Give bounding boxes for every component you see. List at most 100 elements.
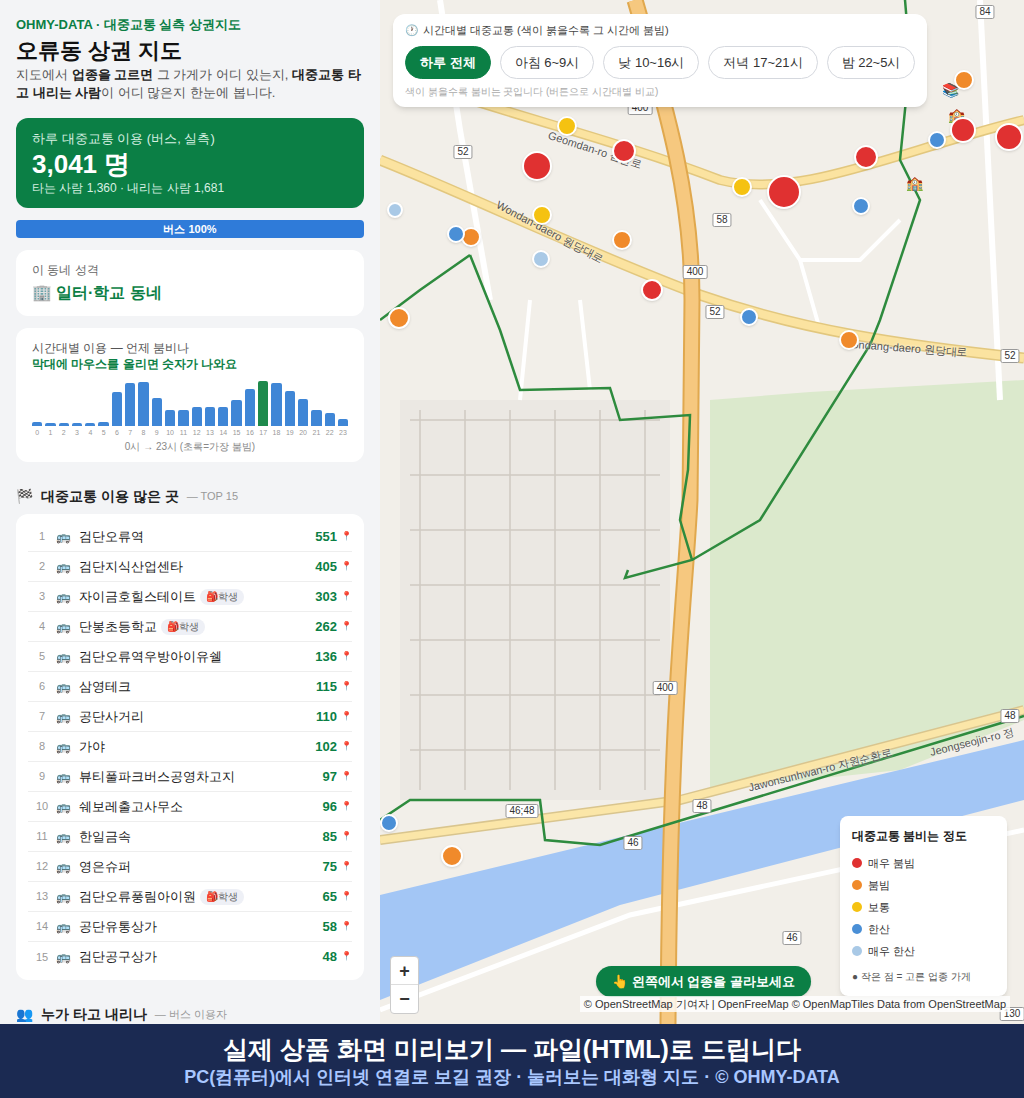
hour-bar[interactable] [231, 400, 241, 426]
stop-marker[interactable] [854, 145, 878, 169]
pin-icon[interactable]: 📍 [341, 890, 352, 904]
hour-bar[interactable] [271, 383, 281, 426]
legend: 대중교통 붐비는 정도매우 붐빔붐빔보통한산매우 한산● 작은 점 = 고른 업… [840, 816, 1007, 996]
stop-marker[interactable] [441, 845, 463, 867]
route-shield: 46 [782, 931, 801, 945]
hour-bar[interactable] [72, 423, 82, 426]
pin-icon[interactable]: 📍 [341, 530, 352, 544]
hour-bar[interactable] [298, 399, 308, 426]
top-row[interactable]: 2🚌검단지식산업센타405📍 [28, 552, 352, 582]
stop-marker[interactable] [767, 175, 801, 209]
student-badge: 🎒학생 [200, 889, 244, 905]
top-row[interactable]: 9🚌뷰티풀파크버스공영차고지97📍 [28, 762, 352, 792]
stop-marker[interactable] [380, 814, 398, 832]
hour-bar[interactable] [98, 422, 108, 426]
stop-marker[interactable] [557, 116, 577, 136]
stop-marker[interactable] [641, 279, 663, 301]
pin-icon[interactable]: 📍 [341, 860, 352, 874]
time-button[interactable]: 하루 전체 [405, 46, 491, 79]
pin-icon[interactable]: 📍 [341, 680, 352, 694]
stop-marker[interactable] [732, 177, 752, 197]
bus-icon: 🚌 [56, 768, 71, 786]
stop-marker[interactable] [612, 230, 632, 250]
stop-marker[interactable] [388, 307, 410, 329]
stop-marker[interactable] [532, 205, 552, 225]
bus-icon: 🚌 [56, 558, 71, 576]
cta-pill[interactable]: 👆 왼쪽에서 업종을 골라보세요 [596, 966, 811, 998]
stop-marker[interactable] [839, 330, 859, 350]
hour-bar[interactable] [165, 410, 175, 426]
pin-icon[interactable]: 📍 [341, 560, 352, 574]
bus-icon: 🚌 [56, 828, 71, 846]
people-icon: 👥 [16, 1004, 33, 1024]
hour-bar[interactable] [192, 407, 202, 426]
pin-icon[interactable]: 📍 [341, 650, 352, 664]
hour-bar[interactable] [125, 383, 135, 426]
stop-marker[interactable] [852, 197, 870, 215]
top-row[interactable]: 13🚌검단오류풍림아이원🎒학생65📍 [28, 882, 352, 912]
stop-marker[interactable] [740, 308, 758, 326]
riders-heading: 👥누가 타고 내리나— 버스 이용자 [16, 1004, 364, 1024]
map[interactable]: 400400400525252588446;4848464648130Geomd… [380, 0, 1024, 1024]
hour-bar[interactable] [338, 419, 348, 426]
route-shield: 48 [692, 799, 711, 813]
top-row[interactable]: 5🚌검단오류역우방아이유쉘136📍 [28, 642, 352, 672]
pin-icon[interactable]: 📍 [341, 620, 352, 634]
route-shield: 46 [623, 836, 642, 850]
route-shield: 400 [653, 681, 678, 695]
pin-icon[interactable]: 📍 [341, 800, 352, 814]
top-row[interactable]: 1🚌검단오류역551📍 [28, 522, 352, 552]
hour-bar[interactable] [59, 423, 69, 426]
stop-marker[interactable] [447, 225, 465, 243]
hour-bar[interactable] [205, 407, 215, 426]
hour-bar[interactable] [245, 389, 255, 426]
hour-bar[interactable] [45, 423, 55, 426]
pin-icon[interactable]: 📍 [341, 770, 352, 784]
zoom-out-button[interactable]: − [391, 985, 418, 1013]
zoom-in-button[interactable]: + [391, 957, 418, 985]
stop-marker[interactable] [954, 70, 974, 90]
hour-bar[interactable] [112, 392, 122, 426]
top-row[interactable]: 12🚌영은슈퍼75📍 [28, 852, 352, 882]
stop-marker[interactable] [928, 131, 946, 149]
pin-icon[interactable]: 📍 [341, 590, 352, 604]
hour-bar[interactable] [218, 407, 228, 426]
building-icon: 🏢 [32, 282, 52, 304]
hour-bar[interactable] [325, 413, 335, 426]
top-row[interactable]: 6🚌삼영테크115📍 [28, 672, 352, 702]
hour-bar[interactable] [285, 391, 295, 426]
hour-bar[interactable] [311, 410, 321, 426]
stop-marker[interactable] [387, 202, 403, 218]
top-row[interactable]: 4🚌단봉초등학교🎒학생262📍 [28, 612, 352, 642]
top-row[interactable]: 3🚌자이금호힐스테이트🎒학생303📍 [28, 582, 352, 612]
time-button[interactable]: 아침 6~9시 [500, 46, 595, 79]
pin-icon[interactable]: 📍 [341, 920, 352, 934]
top-row[interactable]: 14🚌공단유통상가58📍 [28, 912, 352, 942]
hour-bar[interactable] [258, 381, 268, 426]
top-row[interactable]: 10🚌쉐보레출고사무소96📍 [28, 792, 352, 822]
route-shield: 52 [453, 145, 472, 159]
stop-marker[interactable] [612, 139, 636, 163]
bus-icon: 🚌 [56, 588, 71, 606]
top-row[interactable]: 11🚌한일금속85📍 [28, 822, 352, 852]
time-button[interactable]: 낮 10~16시 [603, 46, 699, 79]
time-button[interactable]: 저녁 17~21시 [708, 46, 817, 79]
pin-icon[interactable]: 📍 [341, 830, 352, 844]
hour-bar[interactable] [85, 423, 95, 426]
top-row[interactable]: 7🚌공단사거리110📍 [28, 702, 352, 732]
pin-icon[interactable]: 📍 [341, 710, 352, 724]
hour-bar[interactable] [152, 398, 162, 426]
pin-icon[interactable]: 📍 [341, 740, 352, 754]
pin-icon[interactable]: 📍 [341, 950, 352, 964]
route-shield: 46;48 [505, 804, 538, 818]
stop-marker[interactable] [532, 250, 550, 268]
hour-bar[interactable] [138, 382, 148, 426]
hour-bar[interactable] [32, 422, 42, 426]
top-row[interactable]: 8🚌가야102📍 [28, 732, 352, 762]
stop-marker[interactable] [950, 117, 976, 143]
time-button[interactable]: 밤 22~5시 [827, 46, 916, 79]
hour-bar[interactable] [178, 410, 188, 426]
stop-marker[interactable] [995, 123, 1023, 151]
top-row[interactable]: 15🚌검단공구상가48📍 [28, 942, 352, 972]
stop-marker[interactable] [522, 151, 552, 181]
